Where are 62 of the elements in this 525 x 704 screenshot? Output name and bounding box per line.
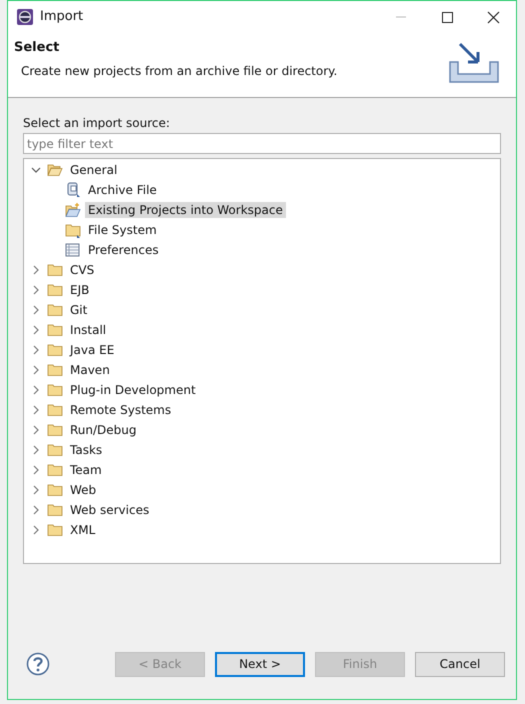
- tree-item[interactable]: Web: [67, 482, 100, 498]
- chevron-right-icon[interactable]: [31, 325, 41, 335]
- folder-icon: [47, 163, 63, 177]
- chevron-right-icon[interactable]: [31, 365, 41, 375]
- chevron-right-icon[interactable]: [31, 525, 41, 535]
- tree-item[interactable]: Maven: [67, 362, 113, 378]
- tree-item[interactable]: General: [67, 162, 120, 178]
- tree-item[interactable]: Preferences: [85, 242, 162, 258]
- list-icon: [65, 242, 81, 258]
- tree-item[interactable]: XML: [67, 522, 98, 538]
- tree-item[interactable]: Java EE: [67, 342, 118, 358]
- tree-item[interactable]: Web services: [67, 502, 152, 518]
- folder-icon: [47, 503, 63, 517]
- tree-item[interactable]: Team: [67, 462, 105, 478]
- folder-icon: [47, 283, 63, 297]
- folder-icon: [47, 443, 63, 457]
- tree-item[interactable]: File System: [85, 222, 160, 238]
- filter-field[interactable]: type filter text: [23, 133, 501, 154]
- folder-icon: [47, 363, 63, 377]
- help-icon[interactable]: [26, 652, 50, 676]
- chevron-down-icon[interactable]: [31, 165, 41, 175]
- folder-icon: [47, 403, 63, 417]
- tree-item[interactable]: Git: [67, 302, 90, 318]
- chevron-right-icon[interactable]: [31, 345, 41, 355]
- chevron-right-icon[interactable]: [31, 385, 41, 395]
- window-title: Import: [40, 9, 84, 24]
- folder-icon: [65, 202, 81, 218]
- chevron-right-icon[interactable]: [31, 425, 41, 435]
- tree-item[interactable]: Plug-in Development: [67, 382, 199, 398]
- tree-item[interactable]: EJB: [67, 282, 92, 298]
- chevron-right-icon[interactable]: [31, 305, 41, 315]
- page-description: Create new projects from an archive file or directory.: [20, 64, 338, 78]
- folder-icon: [47, 343, 63, 357]
- chevron-right-icon[interactable]: [31, 445, 41, 455]
- folder-icon: [47, 383, 63, 397]
- source-label: Select an import source:: [23, 116, 171, 130]
- tree-item[interactable]: Archive File: [85, 182, 160, 198]
- folder-icon: [47, 303, 63, 317]
- folder-icon: [47, 423, 63, 437]
- folder-icon: [47, 323, 63, 337]
- chevron-right-icon[interactable]: [31, 265, 41, 275]
- folder-icon: [65, 222, 81, 238]
- app-icon: [16, 8, 34, 26]
- tree-item[interactable]: Remote Systems: [67, 402, 174, 418]
- tree-item[interactable]: Run/Debug: [67, 422, 140, 438]
- tree-item[interactable]: Existing Projects into Workspace: [85, 202, 286, 218]
- chevron-right-icon[interactable]: [31, 465, 41, 475]
- tree-item[interactable]: Tasks: [67, 442, 106, 458]
- chevron-right-icon[interactable]: [31, 505, 41, 515]
- chevron-right-icon[interactable]: [31, 405, 41, 415]
- folder-icon: [47, 263, 63, 277]
- archive-icon: [65, 182, 81, 198]
- dialog-button[interactable]: Next >: [215, 652, 305, 676]
- page-title: Select: [14, 40, 60, 55]
- chevron-right-icon[interactable]: [31, 485, 41, 495]
- dialog-button[interactable]: Cancel: [415, 652, 505, 676]
- folder-icon: [47, 483, 63, 497]
- chevron-right-icon[interactable]: [31, 285, 41, 295]
- tree-item[interactable]: CVS: [67, 262, 98, 278]
- folder-icon: [47, 463, 63, 477]
- tree-item[interactable]: Install: [67, 322, 110, 338]
- folder-icon: [47, 523, 63, 537]
